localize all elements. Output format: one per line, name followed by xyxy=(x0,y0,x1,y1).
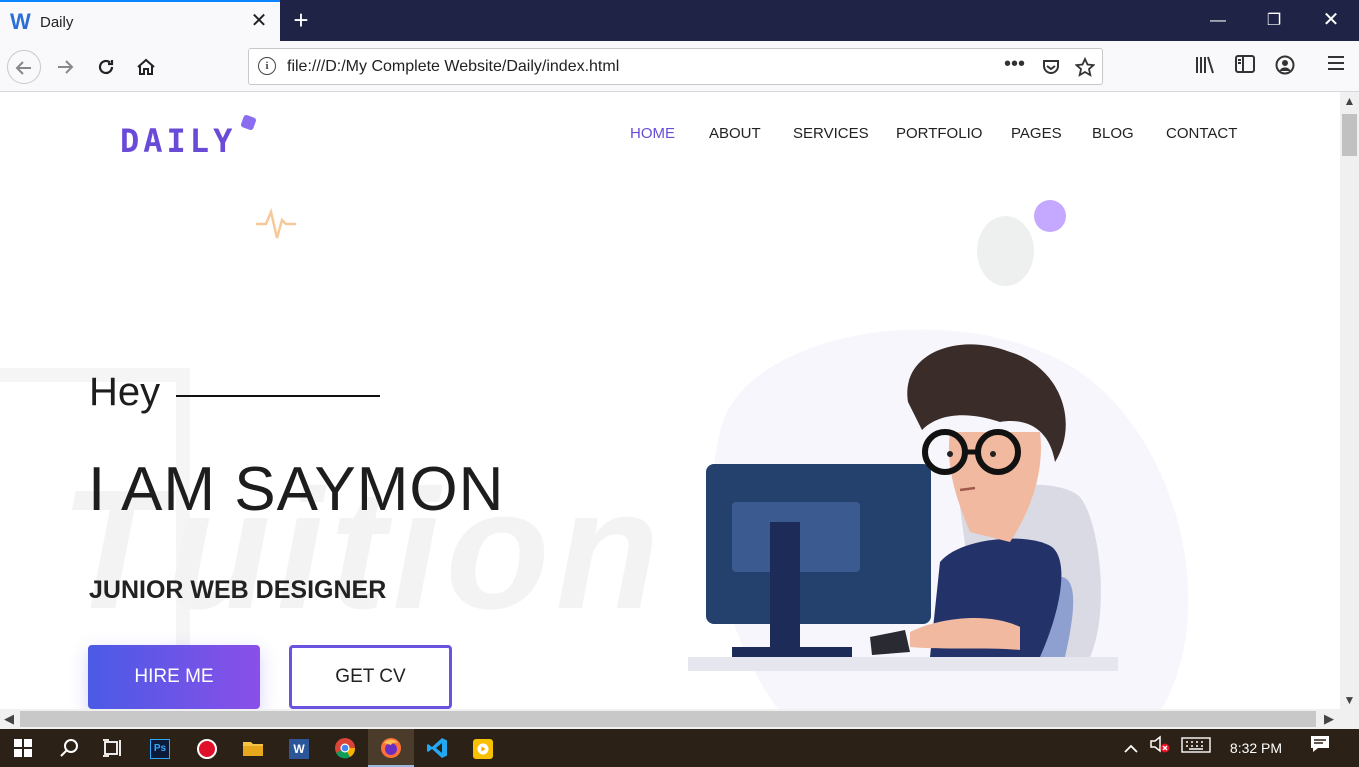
recorder-icon[interactable] xyxy=(184,729,230,767)
scroll-down-icon[interactable]: ▼ xyxy=(1340,691,1359,709)
greeting-text: Hey xyxy=(89,370,161,414)
chrome-icon[interactable] xyxy=(322,729,368,767)
firefox-icon[interactable] xyxy=(368,729,414,767)
search-icon[interactable] xyxy=(46,729,92,767)
arrow-right-icon xyxy=(58,60,74,74)
windows-taskbar: Ps W 8:32 PM xyxy=(0,729,1359,767)
navigation-toolbar: i file:///D:/My Complete Website/Daily/i… xyxy=(0,41,1359,92)
file-explorer-icon[interactable] xyxy=(230,729,276,767)
info-icon[interactable]: i xyxy=(258,57,276,75)
reload-button[interactable] xyxy=(89,50,123,84)
taskbar-clock[interactable]: 8:32 PM xyxy=(1222,729,1290,767)
purple-circle-decoration xyxy=(1034,200,1066,232)
hire-me-button[interactable]: HIRE ME xyxy=(88,645,260,709)
tab-close-icon[interactable]: ✕ xyxy=(248,10,270,32)
horizontal-scroll-thumb[interactable] xyxy=(20,711,1316,727)
word-icon[interactable]: W xyxy=(276,729,322,767)
restore-button[interactable]: ❐ xyxy=(1246,0,1302,41)
sidebar-icon[interactable] xyxy=(1233,55,1257,78)
show-hidden-icons-chevron-icon[interactable] xyxy=(1120,729,1142,767)
page-viewport: Tuition DAILY HOME ABOUT SERVICES PORTFO… xyxy=(0,92,1340,709)
nav-services[interactable]: SERVICES xyxy=(793,125,869,142)
get-cv-button[interactable]: GET CV xyxy=(289,645,452,709)
pulse-decoration-icon xyxy=(256,207,296,239)
nav-about[interactable]: ABOUT xyxy=(709,125,761,142)
reload-icon xyxy=(98,59,114,75)
volume-muted-icon[interactable] xyxy=(1148,729,1172,767)
tab-strip: W Daily ✕ + — ❐ ✕ xyxy=(0,0,1359,41)
vscode-icon[interactable] xyxy=(414,729,460,767)
notification-center-icon[interactable] xyxy=(1305,729,1335,767)
nav-blog[interactable]: BLOG xyxy=(1092,125,1134,142)
logo-dot-decoration xyxy=(240,114,257,131)
hero-role: JUNIOR WEB DESIGNER xyxy=(89,576,387,604)
address-bar[interactable]: i file:///D:/My Complete Website/Daily/i… xyxy=(248,48,1103,85)
windows-start-icon[interactable] xyxy=(0,729,46,767)
home-icon xyxy=(137,58,155,75)
page-actions-icon[interactable]: ••• xyxy=(1004,53,1025,76)
forward-button[interactable] xyxy=(48,50,82,84)
home-button[interactable] xyxy=(129,50,163,84)
vertical-scrollbar[interactable]: ▲ ▼ xyxy=(1340,92,1359,709)
task-view-icon[interactable] xyxy=(90,729,136,767)
nav-home[interactable]: HOME xyxy=(630,125,675,142)
library-icon[interactable] xyxy=(1193,55,1217,80)
minimize-button[interactable]: — xyxy=(1190,0,1246,41)
scrollbar-corner xyxy=(1340,709,1359,729)
developer-illustration xyxy=(688,329,1189,709)
scroll-up-icon[interactable]: ▲ xyxy=(1340,92,1359,110)
scroll-left-icon[interactable]: ◀ xyxy=(0,709,18,729)
url-text[interactable]: file:///D:/My Complete Website/Daily/ind… xyxy=(287,58,619,76)
grey-oval-decoration xyxy=(977,216,1034,286)
vertical-scroll-thumb[interactable] xyxy=(1342,114,1357,156)
close-window-button[interactable]: ✕ xyxy=(1303,0,1359,41)
browser-tab[interactable]: W Daily ✕ xyxy=(0,0,280,41)
greeting-underline xyxy=(176,395,380,397)
scroll-right-icon[interactable]: ▶ xyxy=(1320,709,1338,729)
nav-portfolio[interactable]: PORTFOLIO xyxy=(896,125,982,142)
tab-favicon-icon: W xyxy=(10,9,31,34)
site-logo[interactable]: DAILY xyxy=(120,122,236,160)
hero-headline: I AM SAYMON xyxy=(88,455,505,524)
bookmark-star-icon[interactable] xyxy=(1074,55,1096,82)
new-tab-button[interactable]: + xyxy=(288,6,314,34)
account-icon[interactable] xyxy=(1273,55,1297,80)
photoshop-icon[interactable]: Ps xyxy=(137,729,183,767)
tab-title: Daily xyxy=(40,14,74,31)
nav-contact[interactable]: CONTACT xyxy=(1166,125,1237,142)
nav-pages[interactable]: PAGES xyxy=(1011,125,1062,142)
pocket-icon[interactable] xyxy=(1041,55,1061,82)
arrow-left-icon xyxy=(15,61,31,75)
menu-hamburger-icon[interactable] xyxy=(1324,55,1348,76)
touch-keyboard-icon[interactable] xyxy=(1180,729,1212,767)
back-button[interactable] xyxy=(7,50,41,84)
horizontal-scrollbar[interactable]: ◀ ▶ xyxy=(0,709,1340,729)
media-player-icon[interactable] xyxy=(460,729,506,767)
